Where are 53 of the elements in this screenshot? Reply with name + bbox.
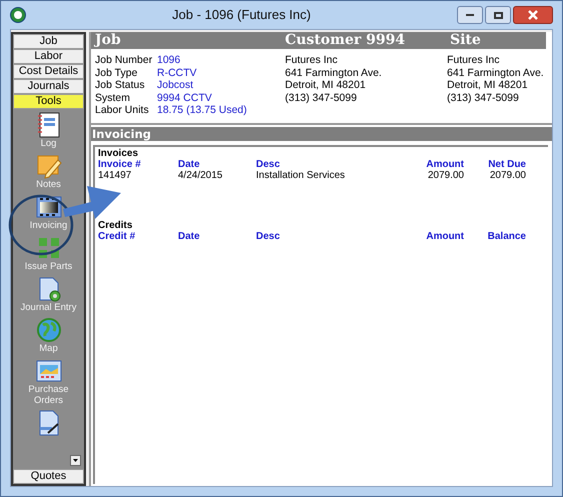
maximize-button[interactable] — [485, 6, 511, 24]
sidebar-tab[interactable]: Labor — [13, 49, 84, 64]
sidebar-tab[interactable]: Job — [13, 34, 84, 49]
app-logo-icon — [10, 7, 26, 23]
column-header: Date — [178, 159, 201, 170]
field-label: Job Status — [95, 79, 146, 92]
film-frame-icon — [36, 194, 62, 220]
column-header: Amount — [425, 159, 465, 170]
sidebar-tab[interactable]: Tools — [13, 94, 84, 109]
header-bar: Job Customer 9994 Site — [91, 32, 546, 49]
column-header: Desc — [256, 159, 281, 170]
field-label: Job Type — [95, 66, 138, 79]
globe-icon — [36, 317, 62, 343]
field-value: Jobcost — [157, 79, 194, 92]
section-bar: Invoicing — [91, 127, 552, 141]
field-label: System — [95, 92, 132, 104]
close-icon — [528, 10, 538, 20]
customer-line: Futures Inc — [285, 54, 339, 66]
sidebar-tab[interactable]: Quotes — [13, 469, 84, 484]
callout-ellipse — [8, 194, 74, 256]
customer-line: 641 Farmington Ave. — [285, 66, 383, 79]
customer-line: (313) 347-5099 — [285, 92, 358, 104]
caret-icon — [73, 459, 78, 462]
field-value: R-CCTV — [157, 66, 197, 79]
site-line: Detroit, MI 48201 — [447, 79, 529, 92]
window-title: Job - 1096 (Futures Inc) — [171, 6, 312, 24]
site-line: Futures Inc — [447, 54, 501, 66]
minimize-button[interactable] — [457, 6, 483, 24]
customer-line: Detroit, MI 48201 — [285, 79, 367, 92]
column-header: Net Due — [487, 159, 527, 170]
invoice-row[interactable]: 141497 4/24/2015 Installation Services 2079.00 2079.00 — [98, 170, 548, 182]
field-value: 1096 — [157, 54, 180, 66]
section-label: Invoices — [98, 148, 140, 159]
field-value: 9994 CCTV — [157, 92, 212, 104]
section-label: Credits — [98, 220, 134, 231]
column-header: Invoice # — [98, 159, 142, 170]
screen-picture-icon — [36, 358, 62, 384]
field-value: 18.75 (13.75 Used) — [157, 104, 247, 116]
close-button[interactable] — [513, 6, 553, 24]
sidebar-tab[interactable]: Journals — [13, 79, 84, 94]
column-header: Amount — [425, 231, 465, 242]
column-header: Balance — [486, 231, 527, 242]
column-header: Desc — [256, 231, 281, 242]
field-label: Labor Units — [95, 104, 150, 116]
site-line: 641 Farmington Ave. — [447, 66, 544, 79]
column-header: Credit # — [98, 231, 136, 242]
column-header: Date — [178, 231, 201, 242]
site-line: (313) 347-5099 — [447, 92, 520, 104]
dropdown-button[interactable] — [70, 455, 81, 466]
sidebar-tab[interactable]: Cost Details — [13, 64, 84, 79]
note-pencil-icon — [36, 153, 62, 179]
field-label: Job Number — [95, 54, 154, 66]
notebook-icon — [36, 112, 62, 138]
